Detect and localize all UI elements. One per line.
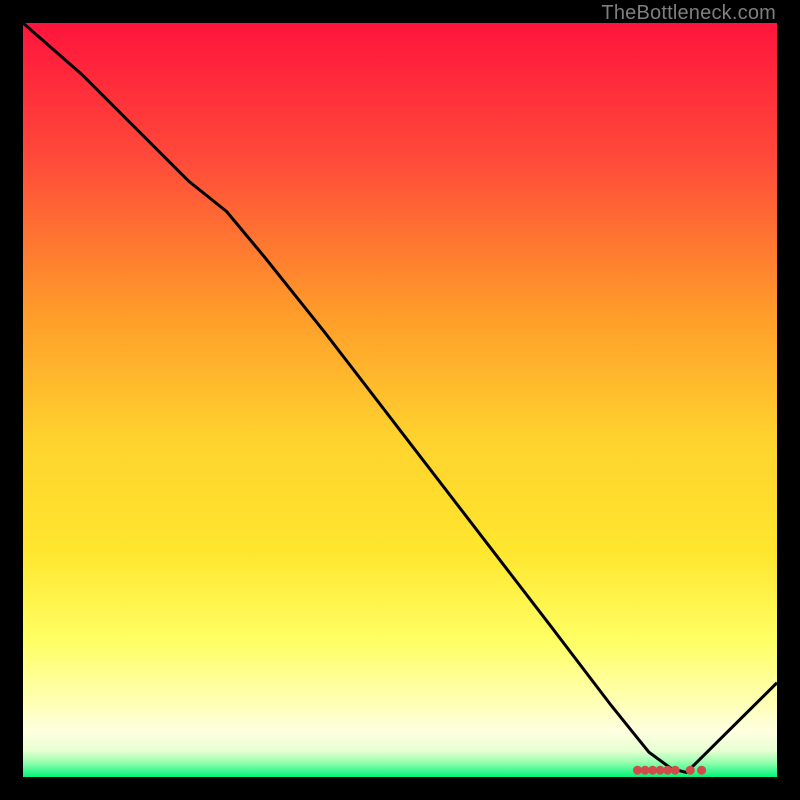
watermark-text: TheBottleneck.com xyxy=(601,2,776,25)
gradient-background xyxy=(23,23,777,777)
chart-svg xyxy=(23,23,777,777)
chart-frame xyxy=(23,23,777,777)
marker-dot xyxy=(671,766,680,775)
marker-dot xyxy=(686,766,695,775)
marker-dot xyxy=(697,766,706,775)
